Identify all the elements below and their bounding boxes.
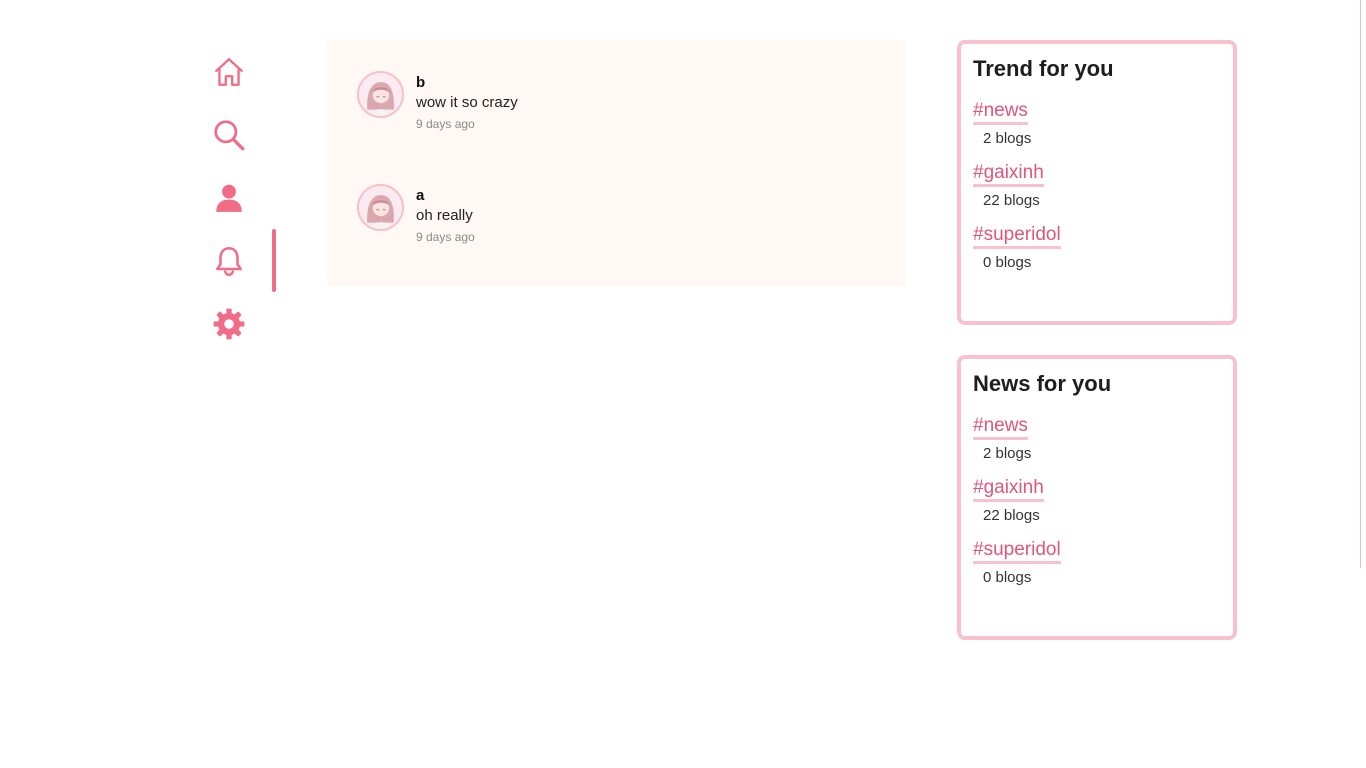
notification-body: a oh really 9 days ago [416,183,475,247]
trend-panel-title: Trend for you [973,56,1114,81]
blog-count: 0 blogs [983,254,1032,271]
notification-item[interactable]: a oh really 9 days ago [357,183,475,247]
nav-search[interactable] [198,103,260,166]
news-tag-item: #news 2 blogs [973,415,1221,463]
gear-icon [213,308,245,339]
notification-username[interactable]: b [416,74,518,92]
notification-username[interactable]: a [416,187,475,205]
page: b wow it so crazy 9 days ago a oh really [0,0,1366,768]
user-icon [216,184,242,212]
notification-timestamp: 9 days ago [416,117,475,131]
nav-notifications[interactable] [198,229,276,292]
notification-body: b wow it so crazy 9 days ago [416,70,518,134]
hashtag-link[interactable]: #gaixinh [973,162,1044,187]
news-tag-item: #gaixinh 22 blogs [973,477,1221,525]
news-panel-title: News for you [973,371,1112,396]
notification-feed: b wow it so crazy 9 days ago a oh really [327,40,906,286]
hashtag-link[interactable]: #superidol [973,539,1061,564]
avatar-illustration [359,186,402,229]
blog-count: 22 blogs [983,507,1040,524]
blog-count: 0 blogs [983,569,1032,586]
trend-panel: Trend for you #news 2 blogs #gaixinh 22 … [957,40,1237,325]
notification-item[interactable]: b wow it so crazy 9 days ago [357,70,518,134]
nav-settings[interactable] [198,292,260,355]
avatar-illustration [359,73,402,116]
home-icon [215,57,243,86]
trend-tag-item: #superidol 0 blogs [973,224,1221,272]
nav-home[interactable] [198,40,260,103]
trend-tag-item: #news 2 blogs [973,100,1221,148]
notification-timestamp: 9 days ago [416,230,475,244]
news-tag-item: #superidol 0 blogs [973,539,1221,587]
search-icon [214,119,245,150]
hashtag-link[interactable]: #superidol [973,224,1061,249]
active-indicator [272,229,276,292]
news-panel: News for you #news 2 blogs #gaixinh 22 b… [957,355,1237,640]
hashtag-link[interactable]: #gaixinh [973,477,1044,502]
blog-count: 2 blogs [983,445,1032,462]
bell-icon [216,246,242,276]
hashtag-link[interactable]: #news [973,415,1028,440]
hashtag-link[interactable]: #news [973,100,1028,125]
sidebar-nav [198,40,288,355]
trend-tag-item: #gaixinh 22 blogs [973,162,1221,210]
avatar[interactable] [357,71,404,118]
notification-message: oh really [416,207,473,224]
scrollbar-track[interactable] [1360,0,1361,568]
blog-count: 22 blogs [983,192,1040,209]
nav-profile[interactable] [198,166,260,229]
blog-count: 2 blogs [983,130,1032,147]
notification-message: wow it so crazy [416,94,518,111]
avatar[interactable] [357,184,404,231]
